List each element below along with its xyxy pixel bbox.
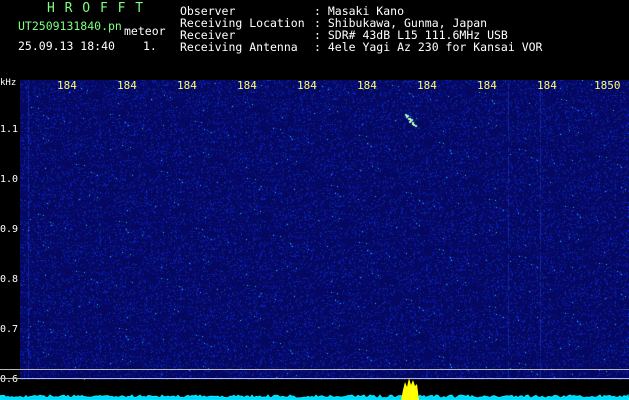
antenna-key: Receiving Antenna (180, 40, 298, 54)
x-tick: 184 (477, 79, 497, 92)
x-tick: 184 (537, 79, 557, 92)
y-tick-1-0: 1.0 (0, 174, 19, 185)
signal-trace-path (0, 394, 629, 400)
signal-trace (0, 378, 629, 400)
y-tick-1-1: 1.1 (0, 124, 19, 135)
x-tick: 184 (417, 79, 437, 92)
filename: UT2509131840.pn (18, 19, 122, 33)
meteor-spike (401, 378, 419, 400)
y-unit-label: kHz (0, 78, 17, 88)
datetime: 25.09.13 18:40 (18, 39, 115, 53)
spectrogram-noise (20, 80, 629, 380)
x-tick: 184 (237, 79, 257, 92)
y-tick-0-7: 0.7 (0, 324, 19, 335)
reference-line-upper (0, 369, 629, 370)
x-tick: 184 (57, 79, 77, 92)
meteor-label: meteor (124, 24, 166, 38)
y-tick-0-9: 0.9 (0, 224, 19, 235)
page-index: 1. (143, 39, 157, 53)
x-tick: 184 (357, 79, 377, 92)
x-tick: 184 (117, 79, 137, 92)
y-tick-0-8: 0.8 (0, 274, 19, 285)
x-tick: 184 (177, 79, 197, 92)
spectrogram (20, 80, 629, 380)
x-tick: 1850 (594, 79, 621, 92)
hrofft-logo: H R O F F T (47, 1, 145, 16)
x-tick: 184 (297, 79, 317, 92)
antenna-value: : 4ele Yagi Az 230 for Kansai VOR (314, 40, 543, 54)
